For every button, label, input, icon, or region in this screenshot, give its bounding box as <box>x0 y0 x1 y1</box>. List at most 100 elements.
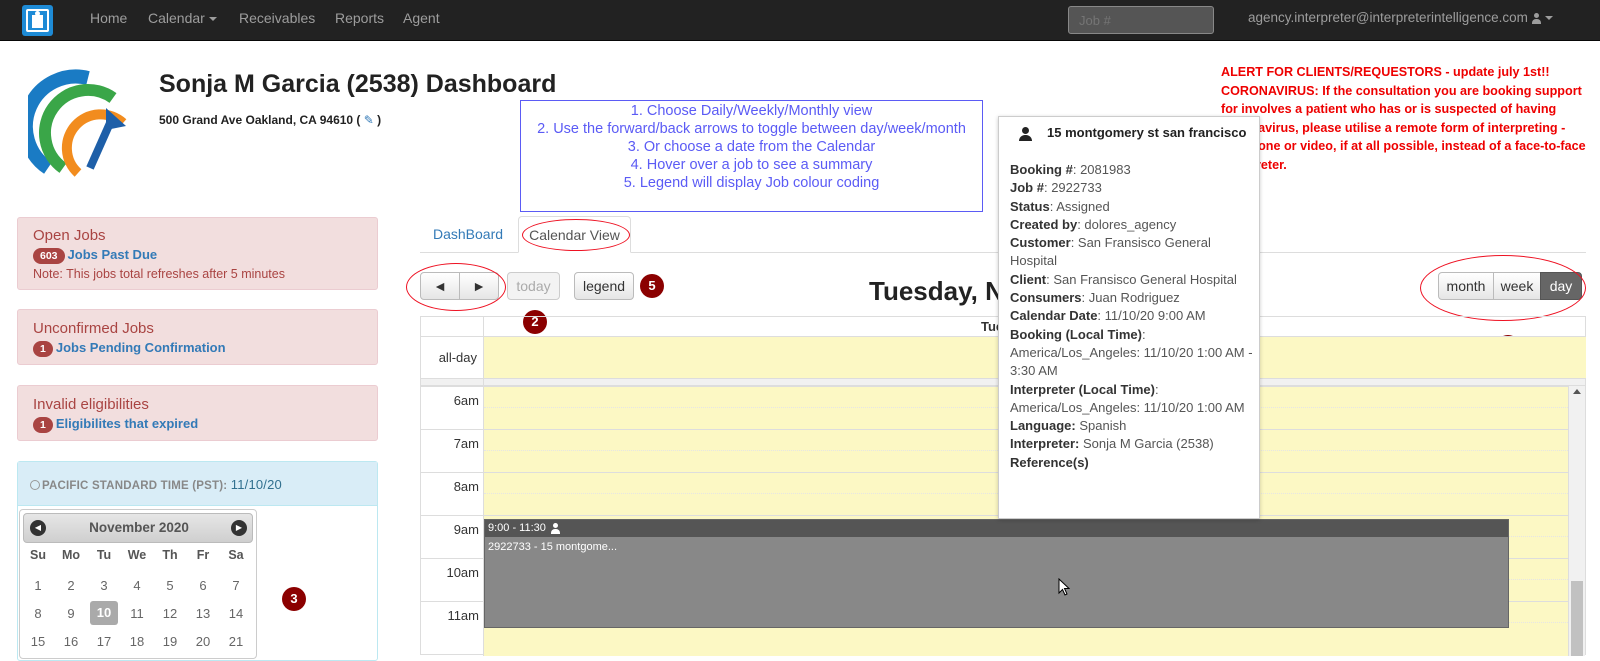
weekday-header: Su <box>30 548 46 562</box>
pending-confirmation-badge: 1 <box>33 340 53 357</box>
address: 500 Grand Ave Oakland, CA 94610 ( ✎ ) <box>159 113 381 127</box>
calendar-day[interactable]: 6 <box>189 578 217 593</box>
calendar-day[interactable]: 8 <box>24 606 52 621</box>
calendar-day[interactable]: 1 <box>24 578 52 593</box>
weekday-header: Mo <box>61 548 81 562</box>
tooltip-fields: Booking #: 2081983 Job #: 2922733 Status: … <box>1010 161 1255 472</box>
tooltip-heading-row: 15 montgomery st san francisco <box>1019 125 1251 141</box>
jobs-past-due-link[interactable]: Jobs Past Due <box>68 247 158 262</box>
tooltip-field-value: : 11/10/20 9:00 AM <box>1097 308 1206 324</box>
invalid-eligibilities-panel: Invalid eligibilities 1 Eligibilites that… <box>17 385 378 441</box>
calendar-day[interactable]: 2 <box>57 578 85 593</box>
alert-title: ALERT FOR CLIENTS/REQUESTORS - update ju… <box>1221 65 1550 79</box>
nav-home[interactable]: Home <box>90 10 127 26</box>
nav-reports[interactable]: Reports <box>335 10 384 26</box>
nav-calendar[interactable]: Calendar <box>148 10 217 26</box>
expired-eligibilities-badge: 1 <box>33 416 53 433</box>
calendar-day[interactable]: 10 <box>90 601 118 625</box>
tooltip-field: Language: Spanish <box>1010 417 1255 435</box>
all-day-label: all-day <box>438 350 477 365</box>
timezone-label: PACIFIC STANDARD TIME (PST): <box>42 480 228 492</box>
calendar-day[interactable]: 9 <box>57 606 85 621</box>
tooltip-field-label: Client <box>1010 271 1047 287</box>
nav-receivables[interactable]: Receivables <box>239 10 315 26</box>
tab-dashboard[interactable]: DashBoard <box>433 216 503 253</box>
calendar-day[interactable]: 15 <box>24 634 52 649</box>
weekday-header: Th <box>162 548 178 562</box>
calendar-day[interactable]: 7 <box>222 578 250 593</box>
calendar-day[interactable]: 12 <box>156 606 184 621</box>
hour-line <box>421 515 1568 516</box>
legend-button[interactable]: legend <box>574 272 634 300</box>
calendar-day[interactable]: 20 <box>189 634 217 649</box>
expired-eligibilities-link[interactable]: Eligibilites that expired <box>56 416 198 431</box>
job-summary-tooltip: 15 montgomery st san francisco Booking #… <box>998 116 1260 519</box>
calendar-day[interactable]: 5 <box>156 578 184 593</box>
calendar-event[interactable]: 9:00 - 11:30 2922733 - 15 montgome... <box>484 519 1509 628</box>
time-label: 9am <box>453 522 479 537</box>
brand-logo-icon[interactable] <box>22 5 53 36</box>
weekday-header: Tu <box>96 548 112 562</box>
tooltip-field-value: : dolores_agency <box>1077 216 1177 232</box>
time-label: 11am <box>447 608 479 623</box>
invalid-eligibilities-title: Invalid eligibilities <box>33 396 149 413</box>
event-time-row: 9:00 - 11:30 <box>485 520 1508 537</box>
address-text: 500 Grand Ave Oakland, CA 94610 ( <box>159 113 361 127</box>
instruction-line: 4. Hover over a job to see a summary <box>630 157 873 173</box>
instruction-line: 3. Or choose a date from the Calendar <box>627 139 876 155</box>
time-label: 6am <box>453 393 479 408</box>
hour-line <box>421 429 1568 430</box>
calendar-day[interactable]: 21 <box>222 634 250 649</box>
tooltip-field-label: Booking (Local Time) <box>1010 326 1142 342</box>
nav-agent[interactable]: Agent <box>403 10 440 26</box>
instruction-line: 5. Legend will display Job colour coding <box>623 175 880 191</box>
calendar-day[interactable]: 11 <box>123 606 151 621</box>
scroll-thumb[interactable] <box>1571 581 1583 656</box>
calendar-day[interactable]: 17 <box>90 634 118 649</box>
calendar-day[interactable]: 16 <box>57 634 85 649</box>
alert-body: CORONAVIRUS: If the consultation you are… <box>1221 83 1586 172</box>
tooltip-field-value: : 2922733 <box>1043 180 1102 196</box>
calendar-day[interactable]: 3 <box>90 578 118 593</box>
unconfirmed-jobs-panel: Unconfirmed Jobs 1 Jobs Pending Confirmat… <box>17 309 378 365</box>
unconfirmed-jobs-title: Unconfirmed Jobs <box>33 320 154 337</box>
tooltip-field: Reference(s) <box>1010 454 1255 472</box>
instructions-box: 1. Choose Daily/Weekly/Monthly view 2. U… <box>520 100 983 212</box>
nav-calendar-label: Calendar <box>148 10 205 26</box>
refresh-note: Note: This jobs total refreshes after 5 … <box>33 267 285 281</box>
next-month-icon[interactable]: ▶ <box>231 520 247 536</box>
calendar-day[interactable]: 4 <box>123 578 151 593</box>
event-time: 9:00 - 11:30 <box>488 522 546 534</box>
open-jobs-title: Open Jobs <box>33 227 106 244</box>
user-menu[interactable]: agency.interpreter@interpreterintelligen… <box>1248 10 1553 25</box>
job-number-search-input[interactable] <box>1068 6 1214 34</box>
time-label: 7am <box>453 436 479 451</box>
calendar-day[interactable]: 14 <box>222 606 250 621</box>
expired-eligibilities-row: 1 Eligibilites that expired <box>33 416 198 433</box>
tooltip-field-value: Spanish <box>1075 418 1127 434</box>
user-icon <box>550 522 560 534</box>
mouse-cursor-icon <box>1058 578 1070 596</box>
tooltip-field-label: Booking # <box>1010 162 1073 177</box>
time-label: 10am <box>446 565 479 580</box>
weekday-header: We <box>127 548 147 562</box>
pencil-edit-icon[interactable]: ✎ <box>364 113 374 127</box>
scroll-up-icon[interactable] <box>1573 389 1581 394</box>
today-button[interactable]: today <box>507 272 560 300</box>
calendar-day[interactable]: 13 <box>189 606 217 621</box>
marker-3: 3 <box>282 587 306 611</box>
tooltip-field: Created by: dolores_agency <box>1010 216 1255 234</box>
tooltip-field: Booking (Local Time): America/Los_Angele… <box>1010 326 1255 381</box>
instruction-line: 1. Choose Daily/Weekly/Monthly view <box>630 103 873 119</box>
highlight-ellipse <box>1420 255 1586 321</box>
tooltip-field-label: Interpreter (Local Time) <box>1010 381 1155 397</box>
tooltip-field-label: Calendar Date <box>1010 308 1098 324</box>
tooltip-field: Customer: San Fransisco General Hospital <box>1010 234 1255 271</box>
tooltip-field: Client: San Fransisco General Hospital <box>1010 271 1255 289</box>
person-icon <box>1019 127 1032 141</box>
tooltip-field: Status: Assigned <box>1010 198 1255 216</box>
calendar-day[interactable]: 19 <box>156 634 184 649</box>
calendar-day[interactable]: 18 <box>123 634 151 649</box>
calendar-scrollbar[interactable] <box>1568 386 1585 656</box>
pending-confirmation-link[interactable]: Jobs Pending Confirmation <box>56 340 226 355</box>
